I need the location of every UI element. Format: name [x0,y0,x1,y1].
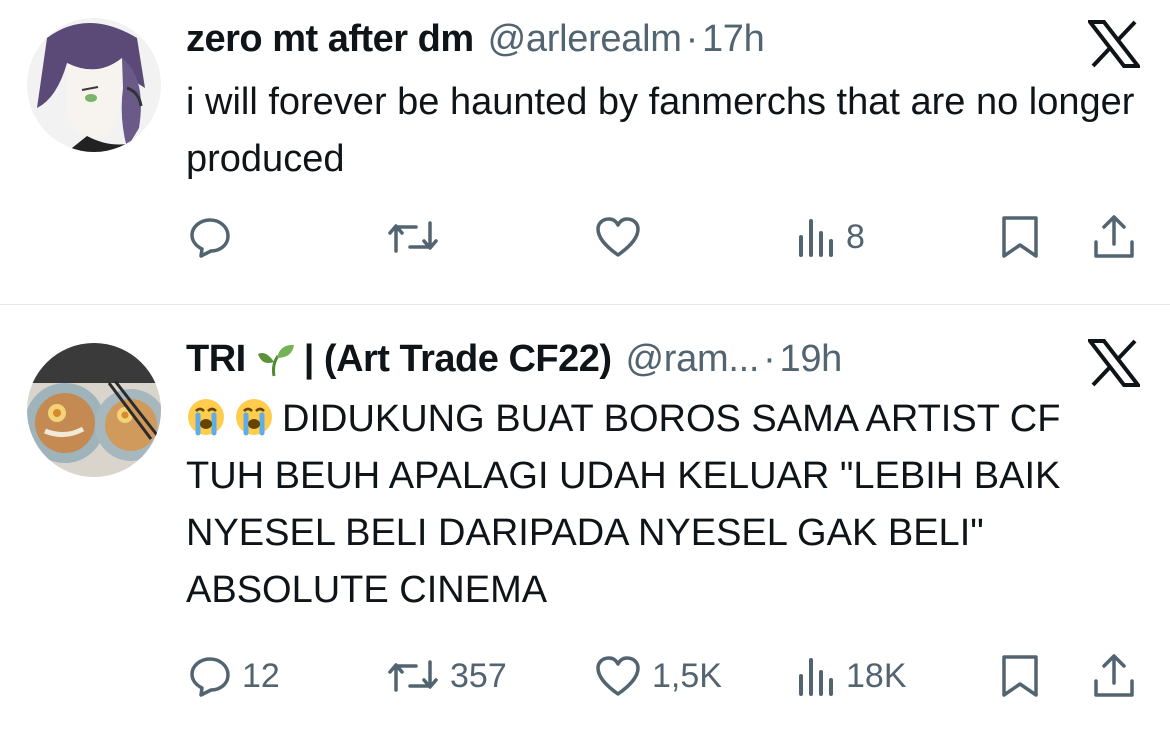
user-handle[interactable]: @ram... [626,338,760,381]
reply-icon [188,215,232,259]
repost-icon [386,215,440,259]
like-button[interactable] [594,212,652,262]
sprout-emoji [256,342,296,388]
view-count: 18K [846,656,907,695]
tweet-text: DIDUKUNG BUAT BOROS SAMA ARTIST CF TUH B… [186,391,1146,619]
share-button[interactable] [1092,212,1136,262]
like-icon [594,654,642,698]
bookmark-icon [998,653,1042,699]
action-bar: 12 357 1,5K 18K [0,651,1170,701]
share-icon [1092,653,1136,699]
reply-button[interactable] [188,212,242,262]
views-button[interactable]: 18K [796,651,907,701]
crying-face-emoji [186,397,226,437]
repost-count: 357 [450,656,507,695]
crying-face-emoji [234,397,274,437]
display-name[interactable]: TRI | (Art Trade CF22) [186,338,612,384]
tweet-header: TRI | (Art Trade CF22) @ram... · 19h [186,338,1070,382]
avatar[interactable] [27,18,161,152]
repost-button[interactable]: 357 [386,651,507,701]
repost-icon [386,654,440,698]
share-button[interactable] [1092,651,1136,701]
views-icon [796,654,836,698]
bookmark-button[interactable] [998,212,1042,262]
bookmark-icon [998,214,1042,260]
bookmark-button[interactable] [998,651,1042,701]
display-name-prefix: TRI [186,338,246,381]
like-count: 1,5K [652,656,722,695]
action-bar: 8 [0,212,1170,262]
tweet-header: zero mt after dm @arlerealm · 17h [186,18,1070,62]
timestamp[interactable]: 17h [702,18,765,61]
separator-dot: · [763,338,776,381]
avatar[interactable] [27,343,161,477]
reply-icon [188,654,232,698]
views-icon [796,215,836,259]
tweet-text-content: DIDUKUNG BUAT BOROS SAMA ARTIST CF TUH B… [186,398,1061,611]
like-icon [594,215,642,259]
separator-dot: · [685,18,699,60]
timestamp[interactable]: 19h [779,338,842,381]
reply-button[interactable]: 12 [188,651,280,701]
x-logo-icon[interactable] [1085,339,1143,387]
user-handle[interactable]: @arlerealm [488,18,682,61]
tweet-1[interactable]: zero mt after dm @arlerealm · 17h i will… [0,0,1170,304]
tweet-2[interactable]: TRI | (Art Trade CF22) @ram... · 19h DIDU… [0,305,1170,735]
views-button[interactable]: 8 [796,212,865,262]
repost-button[interactable] [386,212,450,262]
share-icon [1092,214,1136,260]
like-button[interactable]: 1,5K [594,651,722,701]
reply-count: 12 [242,656,280,695]
display-name-suffix: | (Art Trade CF22) [303,338,612,381]
view-count: 8 [846,217,865,256]
x-logo-icon[interactable] [1085,20,1143,68]
display-name[interactable]: zero mt after dm [186,18,474,61]
tweet-text: i will forever be haunted by fanmerchs t… [186,81,1135,180]
